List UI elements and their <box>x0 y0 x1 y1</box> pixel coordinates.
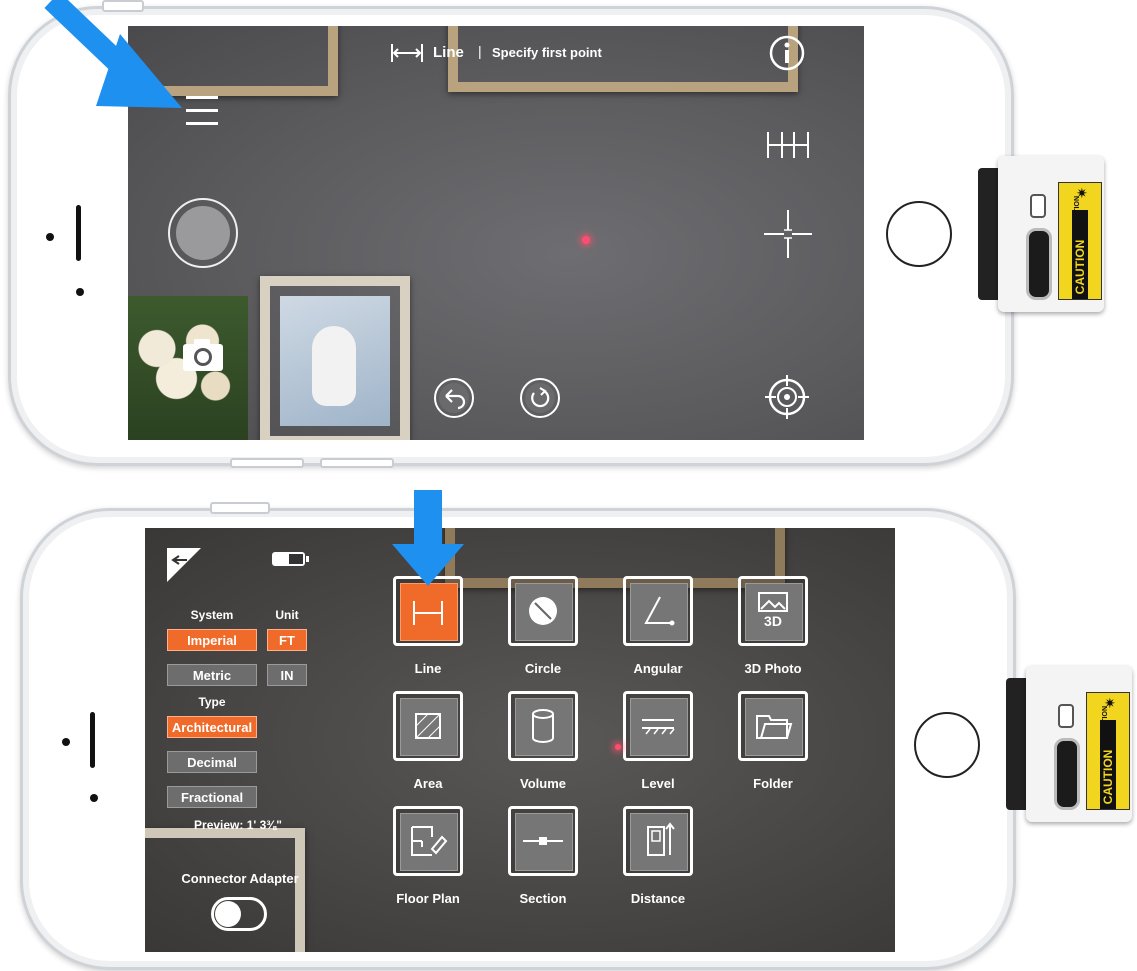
type-fractional-button[interactable]: Fractional <box>167 786 257 808</box>
shutter-inner <box>176 206 230 260</box>
continuous-measure-icon[interactable] <box>766 130 810 160</box>
pointer-arrow-line <box>392 490 464 586</box>
preview-text: Preview: 1' 3⅜" <box>194 818 282 832</box>
floor-plan-icon <box>411 826 448 856</box>
bottom-phone-home-button[interactable] <box>914 712 980 778</box>
mode-label: Line <box>433 44 464 61</box>
caution-text: CAUTION <box>1072 210 1088 299</box>
type-decimal-button[interactable]: Decimal <box>167 751 257 773</box>
toggle-knob <box>215 901 241 927</box>
tool-angular-label: Angular <box>633 661 683 676</box>
system-metric-button[interactable]: Metric <box>167 664 257 686</box>
camera-icon[interactable] <box>182 338 224 372</box>
target-icon[interactable] <box>764 374 810 420</box>
tool-folder-label: Folder <box>753 776 793 791</box>
tool-area-label: Area <box>413 776 443 791</box>
menu-icon[interactable] <box>186 94 220 128</box>
status-text: Specify first point <box>492 45 602 60</box>
module-laser-port <box>1026 228 1052 300</box>
tool-circle-label: Circle <box>524 661 562 676</box>
tool-angular[interactable] <box>623 576 693 646</box>
picture-figure <box>312 326 356 406</box>
top-phone-speaker <box>76 205 81 261</box>
info-icon[interactable] <box>768 34 806 72</box>
angle-icon <box>644 596 675 626</box>
system-imperial-button[interactable]: Imperial <box>167 629 257 651</box>
tool-floor-plan[interactable] <box>393 806 463 876</box>
tool-level[interactable] <box>623 691 693 761</box>
bottom-phone-front-camera <box>62 738 70 746</box>
module-indicator-port <box>1030 194 1046 218</box>
bottom-phone-sensor <box>90 794 98 802</box>
bottom-phone-side-button <box>210 502 270 514</box>
crosshair-icon <box>764 210 812 258</box>
tool-area[interactable] <box>393 691 463 761</box>
wall-frame-top <box>445 528 785 588</box>
reset-icon[interactable] <box>518 376 562 420</box>
type-architectural-button[interactable]: Architectural <box>167 716 257 738</box>
wall-frame-bottom-left <box>145 828 305 952</box>
tool-distance[interactable] <box>623 806 693 876</box>
connector-adapter-label: Connector Adapter <box>181 871 299 886</box>
pointer-arrow-menu <box>44 0 182 108</box>
caution-label: ✷ LASER RADIATION CAUTION <box>1086 692 1130 810</box>
tool-volume[interactable] <box>508 691 578 761</box>
3d-photo-icon <box>758 592 788 612</box>
top-phone-side-button <box>230 458 304 468</box>
laser-module-bottom: ✷ LASER RADIATION CAUTION <box>1006 666 1134 822</box>
top-phone-sensor <box>76 288 84 296</box>
level-icon <box>642 719 675 735</box>
tool-volume-label: Volume <box>520 776 566 791</box>
top-phone-front-camera <box>46 233 54 241</box>
line-measure-icon <box>391 44 423 62</box>
top-phone-home-button[interactable] <box>886 201 952 267</box>
undo-icon[interactable] <box>432 376 476 420</box>
unit-ft-button[interactable]: FT <box>267 629 307 651</box>
area-icon <box>415 713 441 739</box>
connector-adapter-toggle[interactable] <box>211 897 267 931</box>
folder-icon <box>756 715 793 739</box>
type-header: Type <box>198 695 226 709</box>
tool-distance-label: Distance <box>630 891 686 906</box>
distance-icon <box>647 822 675 856</box>
system-header: System <box>190 608 234 622</box>
circle-icon <box>529 597 557 625</box>
tool-folder[interactable] <box>738 691 808 761</box>
settings-menu-view: System Unit Imperial FT Metric IN Type A… <box>145 528 895 952</box>
tool-circle[interactable] <box>508 576 578 646</box>
module-laser-port <box>1054 738 1080 810</box>
laser-point <box>615 744 621 750</box>
unit-in-button[interactable]: IN <box>267 664 307 686</box>
back-icon[interactable] <box>167 548 201 582</box>
hud-separator: | <box>478 43 482 59</box>
caution-text: CAUTION <box>1100 720 1116 809</box>
bottom-phone-speaker <box>90 712 95 768</box>
section-icon <box>523 837 563 845</box>
module-indicator-port <box>1058 704 1074 728</box>
tool-level-label: Level <box>641 776 675 791</box>
tool-section[interactable] <box>508 806 578 876</box>
tool-floor-plan-label: Floor Plan <box>396 891 460 906</box>
tool-3d-photo-label: 3D Photo <box>744 661 802 676</box>
laser-module-top: ✷ LASER RADIATION CAUTION <box>978 156 1106 312</box>
tool-line-label: Line <box>414 661 442 676</box>
laser-point <box>582 236 590 244</box>
shutter-button[interactable] <box>168 198 238 268</box>
picture-frame <box>260 276 410 440</box>
tool-3d-photo[interactable]: 3D <box>738 576 808 646</box>
tool-section-label: Section <box>519 891 567 906</box>
3d-badge: 3D <box>764 613 782 629</box>
camera-view[interactable]: Line | Specify first point <box>128 26 864 440</box>
caution-label: ✷ LASER RADIATION CAUTION <box>1058 182 1102 300</box>
top-phone-side-button <box>320 458 394 468</box>
battery-icon <box>272 552 309 566</box>
unit-header: Unit <box>275 608 299 622</box>
volume-icon <box>532 709 554 743</box>
